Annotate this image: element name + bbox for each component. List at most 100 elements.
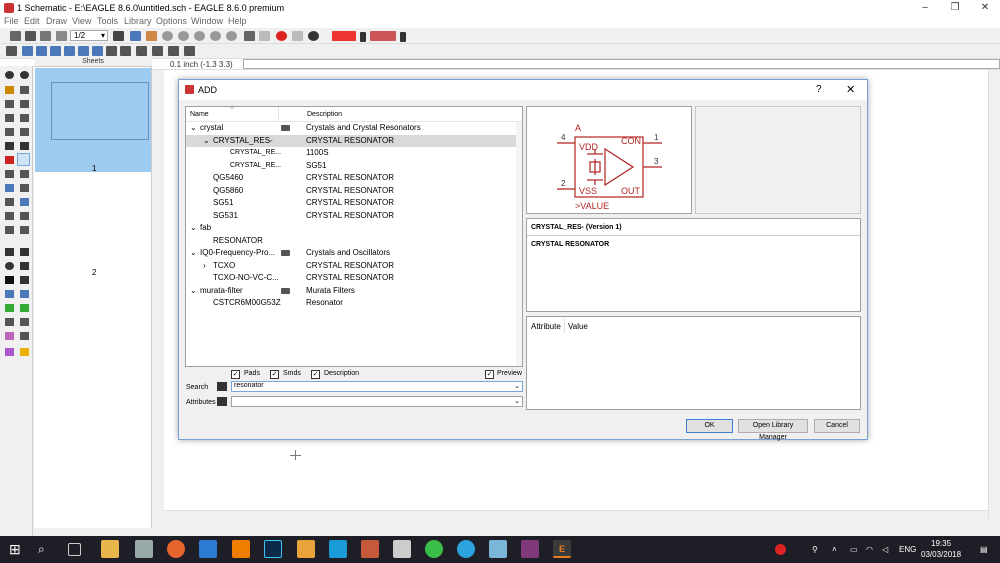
pads-checkbox[interactable]: ✓ (231, 370, 240, 379)
view-icon[interactable] (92, 46, 103, 56)
language-indicator[interactable]: ENG (899, 545, 916, 554)
tree-row[interactable]: ⌄ CRYSTAL_RES- CRYSTAL RESONATOR (186, 134, 516, 147)
telegram-icon[interactable] (457, 540, 475, 558)
move-icon[interactable] (20, 100, 29, 108)
errc-icon[interactable] (20, 332, 29, 340)
invoke-icon[interactable] (20, 170, 29, 178)
pinswap-icon[interactable] (5, 184, 14, 192)
print-icon[interactable] (40, 31, 51, 41)
notification-icon[interactable]: ▤ (980, 545, 988, 554)
select-icon[interactable] (106, 46, 117, 56)
attribute-column[interactable]: Attribute (531, 322, 561, 331)
help-icon[interactable] (308, 31, 319, 41)
menu-options[interactable]: Options (156, 16, 187, 26)
horizontal-scrollbar[interactable] (164, 510, 990, 520)
open-icon[interactable] (10, 31, 21, 41)
arc-icon[interactable] (20, 262, 29, 270)
task-view-icon[interactable] (68, 543, 81, 556)
menu-tools[interactable]: Tools (97, 16, 118, 26)
command-input[interactable] (243, 59, 1000, 69)
close-dialog-button[interactable]: ✕ (846, 83, 855, 96)
attribute-icon[interactable] (5, 304, 14, 312)
mark-icon[interactable] (20, 86, 29, 94)
polygon-icon[interactable] (20, 276, 29, 284)
ok-button[interactable]: OK (686, 419, 733, 433)
text-icon[interactable] (20, 248, 29, 256)
chevron-down-icon[interactable]: ⌄ (514, 382, 520, 390)
cam-icon[interactable] (56, 31, 67, 41)
menu-file[interactable]: File (4, 16, 19, 26)
c-app-icon[interactable] (329, 540, 347, 558)
tree-row[interactable]: SG51 CRYSTAL RESONATOR (186, 197, 516, 209)
calculator-icon[interactable] (393, 540, 411, 558)
show-icon[interactable] (20, 71, 29, 79)
group-icon[interactable] (20, 128, 29, 136)
column-description[interactable]: Description (307, 111, 342, 118)
ulp-icon[interactable] (146, 31, 157, 41)
add-part-icon[interactable] (17, 153, 30, 166)
junction-icon[interactable] (20, 226, 29, 234)
tree-toggle-icon[interactable]: ⌄ (190, 247, 197, 259)
view-icon[interactable] (22, 46, 33, 56)
go-icon[interactable] (292, 31, 303, 41)
design-link-icon[interactable] (332, 31, 356, 41)
search-input[interactable]: resonator ⌄ (231, 381, 523, 392)
tree-row[interactable]: CRYSTAL_RE... SG51 (186, 160, 516, 172)
clock-date[interactable]: 03/03/2018 (921, 550, 961, 559)
tray-record-icon[interactable] (775, 544, 786, 555)
layer-icon[interactable] (6, 46, 17, 56)
tree-row[interactable]: RESONATOR (186, 235, 516, 247)
maximize-button[interactable]: ❐ (940, 0, 970, 16)
warning-icon[interactable] (20, 348, 29, 356)
gear-icon[interactable] (184, 46, 195, 56)
mark-icon[interactable] (168, 46, 179, 56)
menu-window[interactable]: Window (191, 16, 223, 26)
attributes-input[interactable]: ⌄ (231, 396, 523, 407)
people-icon[interactable]: ⚲ (812, 545, 818, 554)
tree-toggle-icon[interactable]: ⌄ (190, 285, 197, 297)
close-window-button[interactable]: ✕ (970, 0, 1000, 16)
line-icon[interactable] (5, 248, 14, 256)
column-divider[interactable] (564, 317, 565, 333)
tree-toggle-icon[interactable]: ⌄ (190, 122, 197, 134)
zoom-in-icon[interactable] (178, 31, 189, 41)
menu-library[interactable]: Library (124, 16, 152, 26)
sheet-number-1[interactable]: 1 (92, 164, 96, 173)
open-library-manager-button[interactable]: Open Library Manager (738, 419, 808, 441)
menu-help[interactable]: Help (228, 16, 247, 26)
view-icon[interactable] (50, 46, 61, 56)
volume-icon[interactable]: ◁ (882, 545, 888, 554)
help-button[interactable]: ? (816, 84, 822, 95)
zoom-out-icon[interactable] (194, 31, 205, 41)
erc-icon[interactable] (5, 348, 14, 356)
tree-row[interactable]: › TCXO CRYSTAL RESONATOR (186, 260, 516, 272)
firefox-icon[interactable] (167, 540, 185, 558)
vertical-scrollbar[interactable] (988, 70, 1000, 518)
dimension-icon[interactable] (20, 304, 29, 312)
photoshop-icon[interactable] (264, 540, 282, 558)
search-icon[interactable]: ⌕ (38, 540, 56, 558)
tree-row[interactable]: QG5860 CRYSTAL RESONATOR (186, 185, 516, 197)
chevron-down-icon[interactable]: ⌄ (514, 397, 520, 405)
view-icon[interactable] (36, 46, 47, 56)
app-icon[interactable] (361, 540, 379, 558)
circle-icon[interactable] (5, 262, 14, 270)
tree-row[interactable]: ⌄ fab (186, 222, 516, 234)
tray-chevron-icon[interactable]: ˄ (832, 545, 837, 554)
split-icon[interactable] (5, 198, 14, 206)
delete-icon[interactable] (5, 142, 14, 150)
replace-icon[interactable] (5, 170, 14, 178)
info-icon[interactable] (5, 71, 14, 79)
tree-row[interactable]: TCXO-NO-VC-C... CRYSTAL RESONATOR (186, 272, 516, 284)
bus-line-icon[interactable] (5, 290, 14, 298)
smash-icon[interactable] (152, 46, 163, 56)
wifi-icon[interactable]: ◠ (866, 545, 873, 554)
sheet-number-2[interactable]: 2 (92, 268, 96, 277)
move-icon[interactable] (5, 100, 14, 108)
menu-edit[interactable]: Edit (24, 16, 40, 26)
magnifier-icon[interactable] (120, 46, 131, 56)
smds-checkbox[interactable]: ✓ (270, 370, 279, 379)
tree-row[interactable]: CRYSTAL_RE... 1100S (186, 147, 516, 159)
view-icon[interactable] (64, 46, 75, 56)
minimize-button[interactable]: – (910, 0, 940, 16)
